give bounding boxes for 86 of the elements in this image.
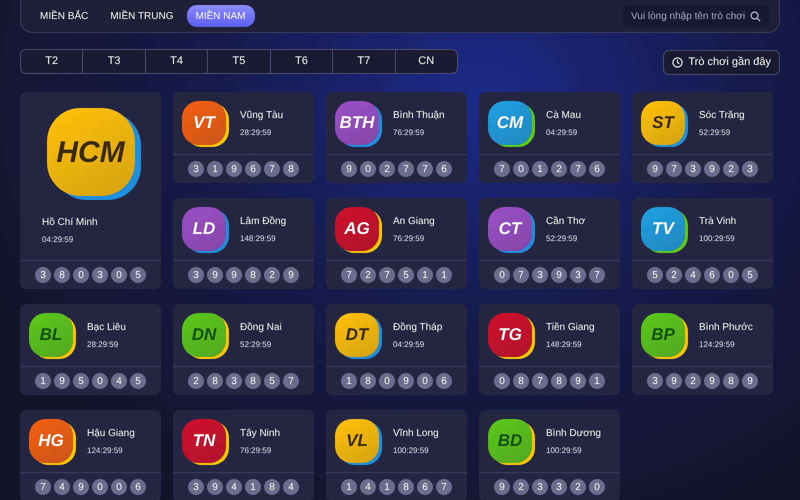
game-name: Trà Vinh [699,214,736,228]
countdown-time: 148:29:59 [240,232,277,244]
game-name: Cần Thơ [546,214,586,228]
game-card[interactable]: TN Tây Ninh 76:29:59 3 9 4 1 8 4 [173,410,314,500]
game-card[interactable]: CM Cà Mau 04:29:59 7 0 1 2 7 6 [479,92,620,183]
day-tab[interactable]: T7 [332,50,395,73]
countdown-time: 04:29:59 [42,234,74,246]
game-name: Bình Phước [699,320,753,334]
logo-badge: ST [641,101,685,145]
game-card[interactable]: BP Bình Phước 124:29:59 3 9 2 9 8 9 [632,304,773,395]
logo-badge: LD [182,207,226,251]
logo-badge: HCM [46,108,134,196]
game-name: Bình Thuận [393,108,445,122]
game-name: Tiền Giang [546,320,595,334]
countdown-time: 124:29:59 [87,444,124,456]
logo-badge: TN [182,419,226,463]
countdown-time: 76:29:59 [393,126,426,138]
game-name: Sóc Trăng [699,108,745,122]
game-name: An Giang [393,214,435,228]
logo-badge: VL [335,419,379,463]
countdown-time: 04:29:59 [393,338,426,350]
game-name: Vĩnh Long [393,426,439,440]
game-card[interactable]: HG Hậu Giang 124:29:59 7 4 9 0 0 6 [20,410,161,500]
logo-badge: TV [641,207,685,251]
day-tab[interactable]: T5 [207,50,270,73]
logo-badge: DT [335,313,379,357]
game-card[interactable]: VT Vũng Tàu 28:29:59 3 1 9 6 7 8 [173,92,314,183]
day-tab[interactable]: T2 [21,50,82,73]
game-name: Đồng Nai [240,320,282,334]
game-name: Cà Mau [546,108,582,122]
game-name: Lâm Đồng [240,214,286,228]
game-name: Hậu Giang [87,426,135,440]
countdown-time: 100:29:59 [699,232,736,244]
logo-badge: BP [641,313,685,357]
logo-badge: BL [29,313,73,357]
game-card[interactable]: TV Trà Vinh 100:29:59 5 2 4 6 0 5 [632,198,773,289]
game-card[interactable]: AG An Giang 76:29:59 7 2 7 5 1 1 [326,198,467,289]
day-tab[interactable]: CN [394,50,457,73]
logo-badge: HG [29,419,73,463]
game-card[interactable]: BTH Bình Thuận 76:29:59 9 0 2 7 7 6 [326,92,467,183]
search-icon [750,10,761,22]
recent-games-button[interactable]: Trò chơi gần đây [663,50,780,75]
countdown-time: 04:29:59 [546,126,578,138]
countdown-time: 28:29:59 [240,126,272,138]
logo-badge: VT [182,101,226,145]
game-name: Bình Dương [546,426,601,440]
day-tab[interactable]: T6 [270,50,332,73]
game-card[interactable]: BL Bạc Liêu 28:29:59 1 9 5 0 4 5 [20,304,161,395]
game-card[interactable]: DN Đồng Nai 52:29:59 2 8 3 8 5 7 [173,304,314,395]
logo-badge: TG [488,313,532,357]
game-card[interactable]: CT Cần Thơ 52:29:59 0 7 3 9 3 7 [479,198,620,289]
region-tab[interactable]: MIỀN NAM [186,5,254,27]
countdown-time: 100:29:59 [393,444,430,456]
logo-badge: CT [488,207,532,251]
countdown-time: 52:29:59 [240,338,272,350]
game-name: Bạc Liêu [87,320,126,334]
countdown-time: 148:29:59 [546,338,583,350]
game-name: Hồ Chí Minh [42,216,99,230]
game-name: Vũng Tàu [240,108,284,122]
logo-badge: BTH [335,101,379,145]
game-card[interactable]: HCM Hồ Chí Minh 04:29:59 3 8 0 3 0 5 [20,92,161,289]
clock-icon [672,57,684,68]
game-card[interactable]: LD Lâm Đồng 148:29:59 3 9 9 8 2 9 [173,198,314,289]
search-field[interactable]: Vui lòng nhập tên trò chơi [623,5,769,27]
countdown-time: 28:29:59 [87,338,120,350]
countdown-time: 100:29:59 [546,444,583,456]
logo-badge: DN [182,313,226,357]
game-card[interactable]: TG Tiền Giang 148:29:59 0 8 7 8 9 1 [479,304,620,395]
countdown-time: 52:29:59 [546,232,578,244]
day-tab[interactable]: T4 [144,50,208,73]
logo-badge: CM [488,101,532,145]
logo-badge: BD [488,419,532,463]
day-tab[interactable]: T3 [82,50,145,73]
countdown-time: 76:29:59 [393,232,426,244]
game-card[interactable]: VL Vĩnh Long 100:29:59 1 4 1 8 6 7 [326,410,467,500]
countdown-time: 124:29:59 [699,338,736,350]
region-tab[interactable]: MIỀN TRUNG [101,5,182,27]
game-name: Đồng Tháp [393,320,442,334]
game-card[interactable]: ST Sóc Trăng 52:29:59 9 7 3 9 2 3 [632,92,773,183]
game-name: Tây Ninh [240,426,280,440]
game-card[interactable]: DT Đồng Tháp 04:29:59 1 8 0 9 0 6 [326,304,467,395]
game-card[interactable]: BD Bình Dương 100:29:59 9 2 3 3 2 0 [479,410,620,500]
region-tab[interactable]: MIỀN BẮC [31,5,98,27]
logo-badge: AG [335,207,379,251]
countdown-time: 76:29:59 [240,444,272,456]
countdown-time: 52:29:59 [699,126,732,138]
